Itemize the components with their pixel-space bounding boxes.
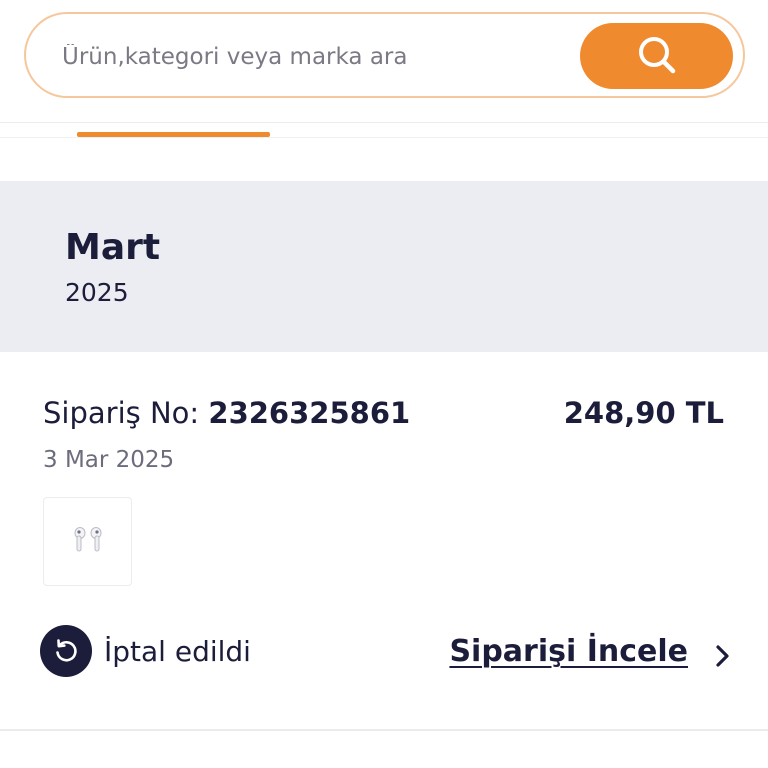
- order-status: İptal edildi: [104, 635, 251, 668]
- product-thumbnail[interactable]: [43, 497, 132, 586]
- earbuds-icon: [69, 525, 107, 559]
- review-order-link[interactable]: Siparişi İncele: [449, 634, 688, 669]
- search-icon: [635, 33, 679, 80]
- order-card: Sipariş No: 2326325861 248,90 TL 3 Mar 2…: [0, 352, 768, 732]
- divider: [0, 137, 768, 138]
- tab-strip: [0, 122, 768, 138]
- order-date: 3 Mar 2025: [43, 447, 175, 473]
- search-bar: [24, 12, 745, 98]
- order-price: 248,90 TL: [563, 396, 724, 430]
- order-number: 2326325861: [208, 396, 411, 430]
- cancelled-undo-icon: [40, 625, 92, 677]
- order-number-label: Sipariş No:: [43, 396, 200, 430]
- chevron-right-icon[interactable]: [710, 642, 734, 670]
- month-year: 2025: [65, 278, 129, 307]
- search-input[interactable]: [62, 40, 562, 74]
- orders-page: Mart 2025 Sipariş No: 2326325861 248,90 …: [0, 0, 768, 768]
- order-number-line: Sipariş No: 2326325861: [43, 396, 410, 430]
- search-button[interactable]: [580, 23, 733, 89]
- month-title: Mart: [65, 227, 161, 268]
- divider: [0, 729, 768, 731]
- month-section-header: Mart 2025: [0, 181, 768, 352]
